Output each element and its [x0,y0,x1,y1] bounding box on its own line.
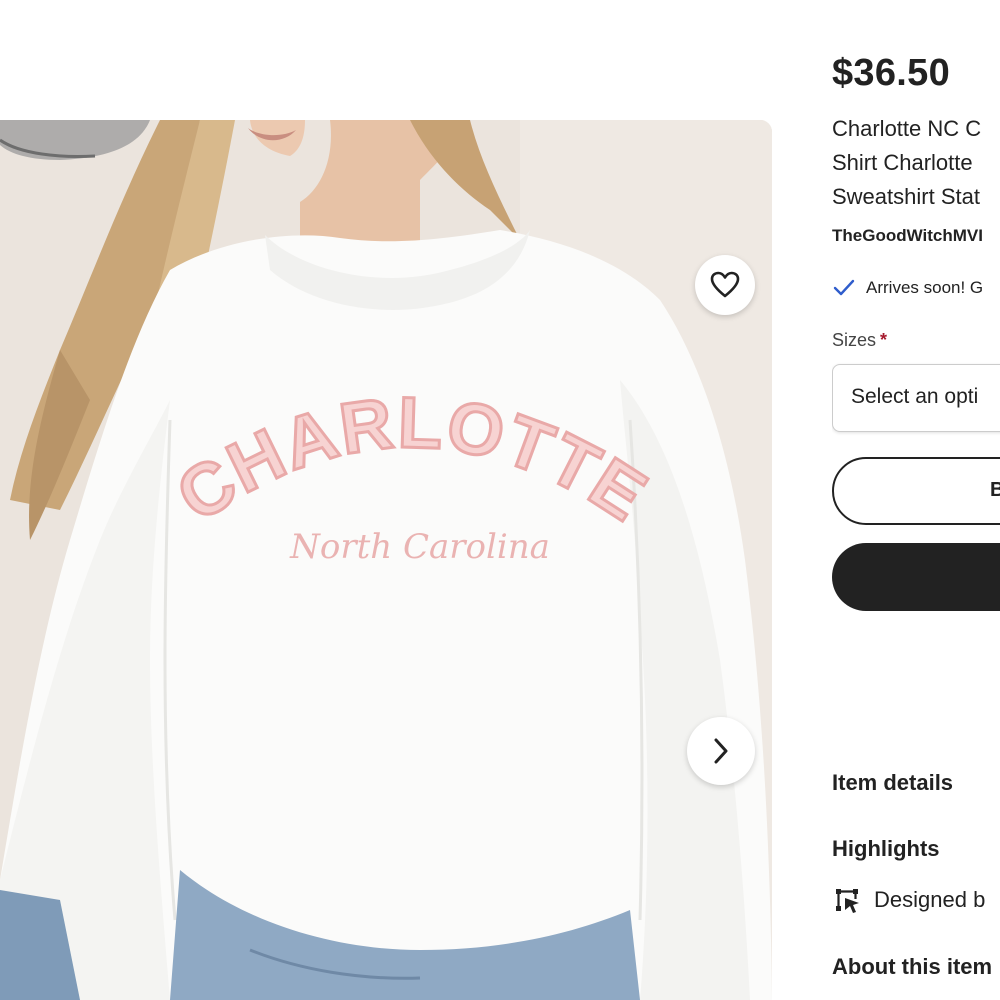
sizes-label: Sizes * [832,330,887,351]
listing-page: CHARLOTTE North Carolina $36.50 Charlott… [0,0,1000,1000]
sweatshirt-model-image [0,120,772,1000]
product-title-line-1: Charlotte NC C [832,116,982,141]
arrives-text: Arrives soon! G [866,278,984,297]
about-this-item-heading[interactable]: About this item [832,954,992,980]
sizes-label-text: Sizes [832,330,877,350]
required-indicator: * [880,330,888,350]
design-tool-icon [836,889,859,913]
highlights-heading: Highlights [832,836,940,861]
shop-name-link[interactable]: TheGoodWitchMVI [832,226,983,246]
product-price: $36.50 [832,52,951,94]
chevron-right-icon [714,738,728,764]
sizes-select[interactable]: Select an opti [832,364,1000,432]
favorite-button[interactable] [695,255,755,315]
product-title-line-3: Sweatshirt Stat [832,184,980,209]
product-title-line-2: Shirt Charlotte [832,150,973,175]
highlight-designed-by: Designed b [832,885,985,915]
product-photo[interactable]: CHARLOTTE North Carolina [0,120,772,1000]
designed-by-text: Designed b [874,887,986,912]
buy-it-now-button[interactable]: B [832,457,1000,525]
add-to-cart-button[interactable] [832,543,1000,611]
checkmark-icon [833,279,855,296]
delivery-info: Arrives soon! G [832,278,983,298]
product-title[interactable]: Charlotte NC C Shirt Charlotte Sweatshir… [832,112,1000,214]
product-info-panel: $36.50 Charlotte NC C Shirt Charlotte Sw… [832,0,1000,1000]
item-details-heading[interactable]: Item details [832,770,953,796]
next-image-button[interactable] [687,717,755,785]
heart-icon [710,271,740,298]
